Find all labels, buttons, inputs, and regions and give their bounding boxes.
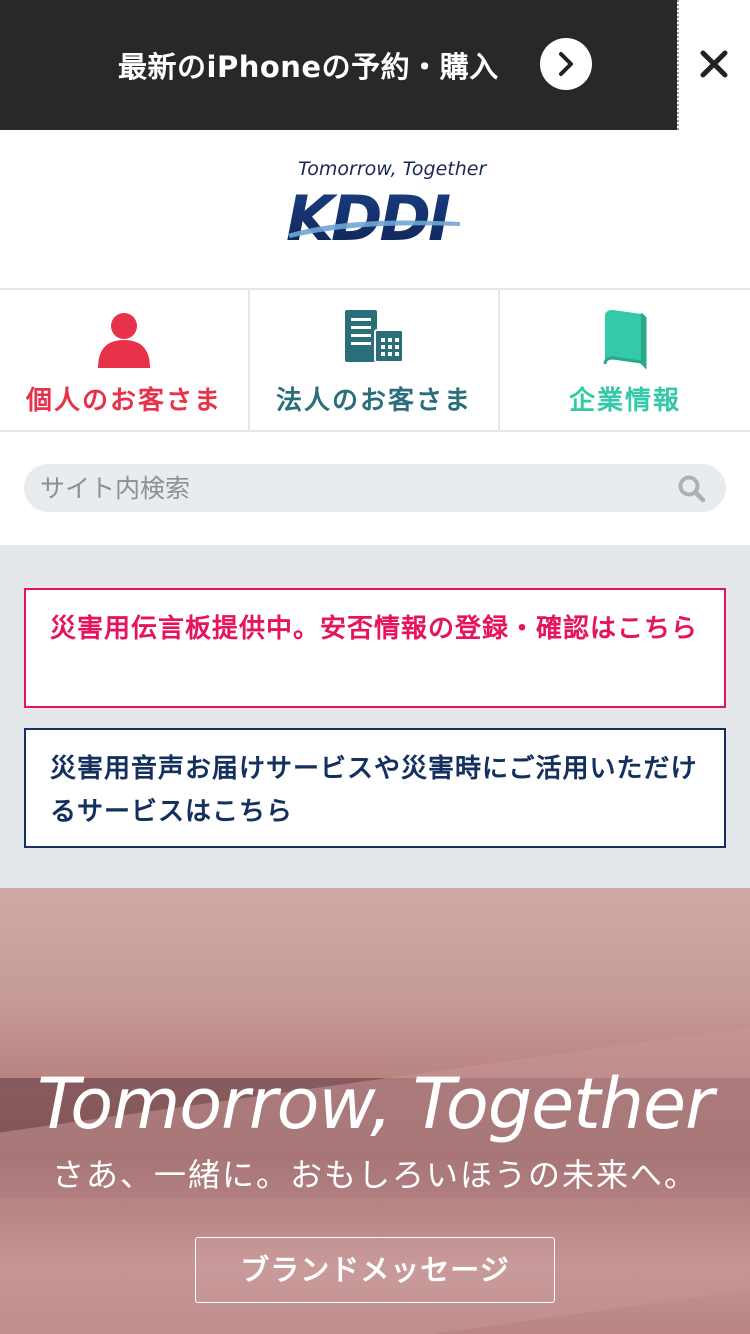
promo-banner[interactable]: 最新のiPhoneの予約・購入 — [0, 0, 677, 130]
category-personal-label: 個人のお客さま — [25, 386, 222, 416]
category-corporate-label: 法人のお客さま — [275, 386, 472, 416]
category-company-info-label: 企業情報 — [568, 386, 681, 416]
hero-title: Tomorrow, Together — [37, 1063, 714, 1145]
close-icon[interactable] — [690, 40, 738, 88]
disaster-services-link[interactable]: 災害用音声お届けサービスや災害時にご活用いただけるサービスはこちら — [24, 728, 726, 848]
chevron-right-icon[interactable] — [540, 38, 592, 90]
promo-divider — [677, 0, 679, 130]
category-company-info[interactable]: 企業情報 — [500, 290, 750, 430]
category-corporate[interactable]: 法人のお客さま — [250, 290, 500, 430]
search-section — [0, 432, 750, 545]
search-icon[interactable] — [678, 475, 706, 507]
brand-tagline: Tomorrow, Together — [298, 158, 487, 180]
brand-message-button[interactable]: ブランドメッセージ — [195, 1237, 555, 1303]
person-icon — [96, 310, 152, 372]
category-personal[interactable]: 個人のお客さま — [0, 290, 250, 430]
category-nav: 個人のお客さま 法人のお客さま 企業情報 — [0, 290, 750, 432]
promo-text[interactable]: 最新のiPhoneの予約・購入 — [118, 44, 499, 86]
header-logo-area: Tomorrow, Together KDDI — [0, 130, 750, 290]
kddi-logo[interactable]: KDDI — [286, 182, 462, 255]
search-input[interactable] — [40, 464, 660, 512]
search-bar — [24, 464, 726, 512]
building-icon — [345, 310, 404, 368]
disaster-message-board-link[interactable]: 災害用伝言板提供中。安否情報の登録・確認はこちら — [24, 588, 726, 708]
hero-subtitle: さあ、一緒に。おもしろいほうの未来へ。 — [51, 1156, 698, 1194]
book-icon — [601, 310, 649, 374]
svg-text:KDDI: KDDI — [286, 188, 450, 244]
notice-area: 災害用伝言板提供中。安否情報の登録・確認はこちら 災害用音声お届けサービスや災害… — [0, 545, 750, 888]
hero-banner: Tomorrow, Together さあ、一緒に。おもしろいほうの未来へ。 ブ… — [0, 888, 750, 1334]
